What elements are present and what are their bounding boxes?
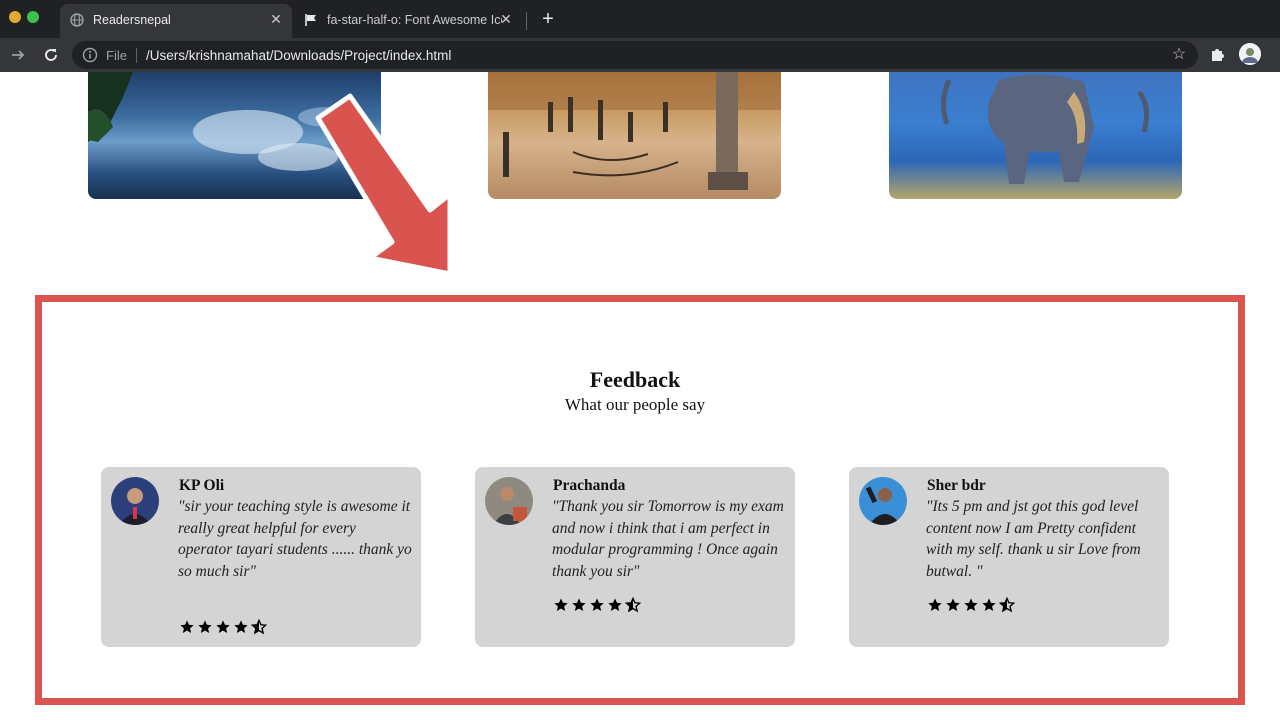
- url-scheme-label: File: [106, 48, 127, 63]
- star-icon: [982, 598, 996, 611]
- star-half-icon: [625, 597, 641, 613]
- review-quote: "Thank you sir Tomorrow is my exam and n…: [552, 498, 784, 581]
- star-icon: [590, 598, 604, 611]
- star-icon: [964, 598, 978, 611]
- annotation-arrow: [315, 93, 453, 277]
- star-rating: [927, 597, 1015, 613]
- durbar-square-photo: [488, 72, 781, 199]
- elephant-photo: [889, 72, 1182, 199]
- profile-avatar[interactable]: [1239, 43, 1261, 65]
- window-zoom-button[interactable]: [27, 11, 39, 23]
- new-tab-button[interactable]: +: [538, 9, 558, 29]
- star-icon: [572, 598, 586, 611]
- review-quote: "Its 5 pm and jst got this god level con…: [926, 498, 1141, 581]
- bookmark-star-icon[interactable]: ☆: [1170, 46, 1188, 64]
- star-half-icon: [999, 597, 1015, 613]
- star-half-icon: [251, 619, 267, 635]
- avatar: [859, 477, 907, 525]
- review-quote: "sir your teaching style is awesome it r…: [178, 498, 412, 581]
- browser-toolbar: File /Users/krishnamahat/Downloads/Proje…: [0, 38, 1280, 72]
- testimonial-card: Prachanda "Thank you sir Tomorrow is my …: [475, 467, 795, 647]
- testimonial-card: Sher bdr "Its 5 pm and jst got this god …: [849, 467, 1169, 647]
- feedback-subtitle: What our people say: [564, 395, 706, 414]
- star-rating: [553, 597, 641, 613]
- testimonial-card: KP Oli "sir your teaching style is aweso…: [101, 467, 421, 647]
- close-icon[interactable]: ✕: [268, 11, 284, 27]
- avatar: [485, 477, 533, 525]
- info-icon[interactable]: [82, 47, 98, 63]
- reviewer-name: Prachanda: [553, 477, 626, 494]
- tab-title: fa-star-half-o: Font Awesome Icons: [327, 13, 502, 27]
- star-icon: [216, 620, 230, 633]
- star-icon: [928, 598, 942, 611]
- tab-font-awesome[interactable]: fa-star-half-o: Font Awesome Icons ✕: [294, 4, 522, 38]
- browser-tab-bar: Readersnepal ✕ fa-star-half-o: Font Awes…: [0, 0, 1280, 38]
- url-text[interactable]: /Users/krishnamahat/Downloads/Project/in…: [146, 48, 451, 63]
- window-minimize-button[interactable]: [9, 11, 21, 23]
- feedback-title: Feedback: [589, 367, 681, 392]
- tab-divider: [526, 12, 527, 30]
- address-divider: [136, 48, 137, 63]
- flag-icon: [304, 13, 318, 27]
- star-icon: [198, 620, 212, 633]
- reviewer-name: KP Oli: [179, 477, 225, 494]
- globe-icon: [70, 13, 84, 27]
- tab-title: Readersnepal: [93, 13, 171, 27]
- extensions-puzzle-icon[interactable]: [1209, 45, 1227, 63]
- star-icon: [180, 620, 194, 633]
- star-icon: [946, 598, 960, 611]
- avatar: [111, 477, 159, 525]
- reviewer-name: Sher bdr: [927, 477, 986, 494]
- forward-arrow-icon[interactable]: [8, 45, 28, 65]
- star-rating: [179, 619, 267, 635]
- address-bar[interactable]: File /Users/krishnamahat/Downloads/Proje…: [72, 41, 1198, 69]
- star-icon: [554, 598, 568, 611]
- close-icon[interactable]: ✕: [498, 11, 514, 27]
- tab-readersnepal[interactable]: Readersnepal ✕: [60, 4, 292, 38]
- star-icon: [608, 598, 622, 611]
- star-icon: [234, 620, 248, 633]
- reload-icon[interactable]: [41, 45, 61, 65]
